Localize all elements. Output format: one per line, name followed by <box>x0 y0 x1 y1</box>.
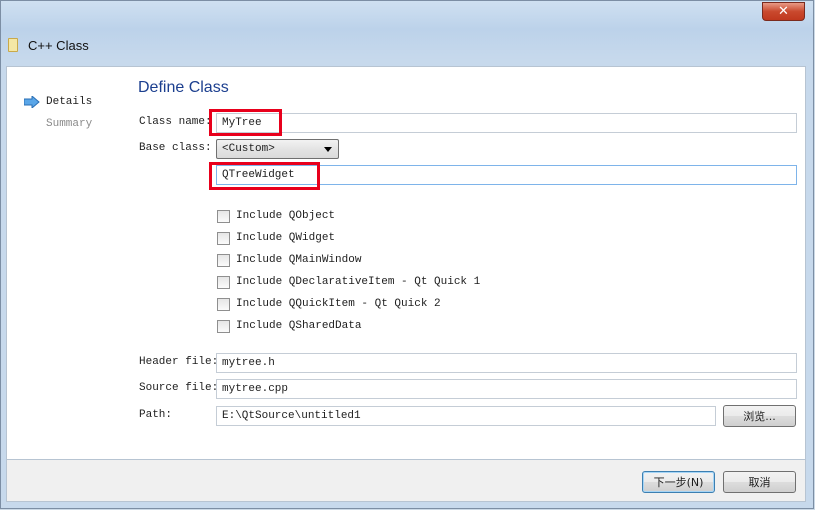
source-file-input[interactable]: mytree.cpp <box>216 379 797 399</box>
window-title: C++ Class <box>28 38 89 53</box>
chevron-down-icon <box>324 147 332 152</box>
include-qshareddata-checkbox[interactable] <box>217 320 230 333</box>
include-qwidget-checkbox[interactable] <box>217 232 230 245</box>
base-class-selected: <Custom> <box>222 143 275 155</box>
header-file-input[interactable]: mytree.h <box>216 353 797 373</box>
header-file-label: Header file: <box>139 356 219 368</box>
nav-item-details: Details <box>46 96 93 108</box>
path-label: Path: <box>139 409 173 421</box>
class-name-label: Class name: <box>139 116 212 128</box>
include-qquickitem-checkbox[interactable] <box>217 298 230 311</box>
close-button[interactable]: ✕ <box>762 2 805 21</box>
close-icon: ✕ <box>778 4 789 19</box>
custom-base-input[interactable]: QTreeWidget <box>216 165 797 185</box>
file-icon <box>8 38 18 52</box>
include-qobject-label: Include QObject <box>236 210 336 222</box>
include-qmainwindow-label: Include QMainWindow <box>236 254 362 266</box>
include-qdeclarativeitem-label: Include QDeclarativeItem - Qt Quick 1 <box>236 276 481 288</box>
include-qobject-checkbox[interactable] <box>217 210 230 223</box>
current-step-arrow-icon <box>24 96 40 108</box>
page-title: Define Class <box>138 79 229 96</box>
include-qquickitem-label: Include QQuickItem - Qt Quick 2 <box>236 298 441 310</box>
nav-item-summary: Summary <box>46 118 93 130</box>
base-class-label: Base class: <box>139 142 212 154</box>
include-qdeclarativeitem-checkbox[interactable] <box>217 276 230 289</box>
include-qshareddata-label: Include QSharedData <box>236 320 362 332</box>
include-qmainwindow-checkbox[interactable] <box>217 254 230 267</box>
next-button[interactable]: 下一步(N) <box>642 471 715 493</box>
include-qwidget-label: Include QWidget <box>236 232 336 244</box>
cancel-button[interactable]: 取消 <box>723 471 796 493</box>
title-bar[interactable]: ✕ <box>1 1 813 31</box>
browse-button[interactable]: 浏览... <box>723 405 796 427</box>
source-file-label: Source file: <box>139 382 219 394</box>
path-input[interactable]: E:\QtSource\untitled1 <box>216 406 716 426</box>
base-class-combo[interactable]: <Custom> <box>216 139 339 159</box>
class-name-input[interactable]: MyTree <box>216 113 797 133</box>
